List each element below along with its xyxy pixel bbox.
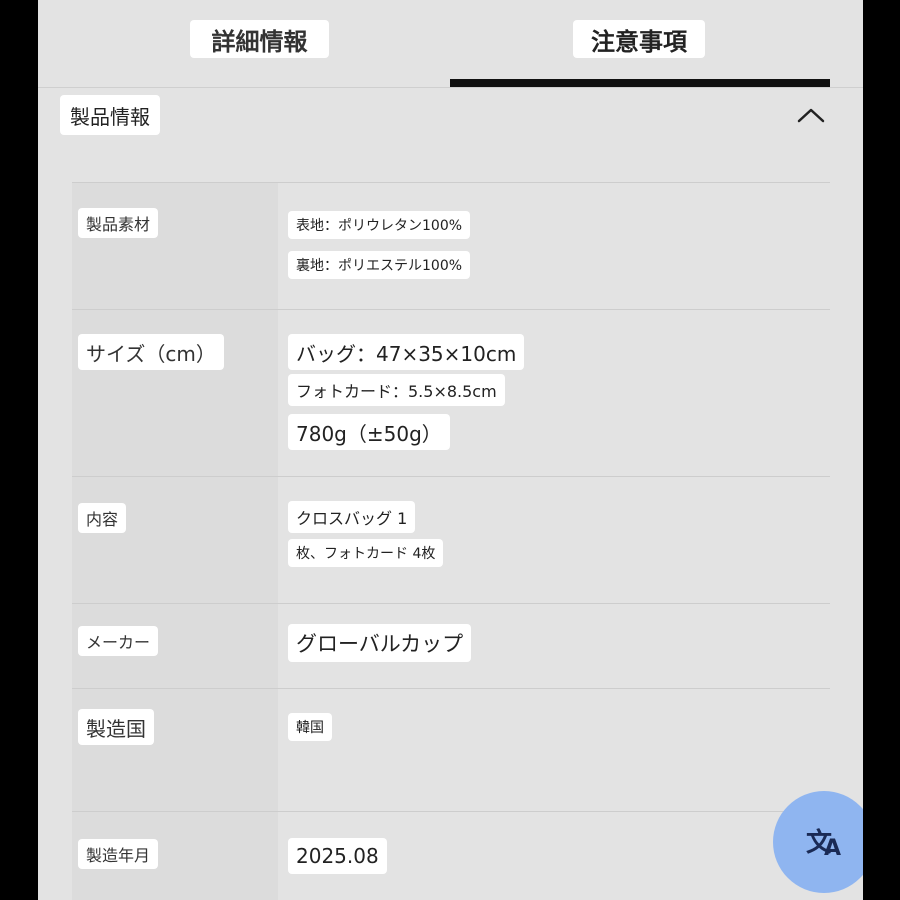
row-value: 枚、フォトカード 4枚 [288,539,444,567]
tab-bar: 詳細情報 注意事項 [38,0,863,88]
product-info-panel: 詳細情報 注意事項 製品情報 製品素材 表地：ポリウレタン100% 裏地：ポリエ… [38,0,863,900]
row-value: クロスバッグ 1 [288,501,416,533]
row-value: グローバルカップ [288,624,472,662]
tab-notes[interactable]: 注意事項 [573,20,705,58]
table-row: 製造年月 2025.08 [72,811,830,900]
row-label-contents: 内容 [78,503,127,533]
row-value: 韓国 [288,713,332,741]
table-row: 製造国 韓国 [72,688,830,811]
row-label-maker: メーカー [78,626,159,656]
row-label-size: サイズ（cm） [78,334,224,370]
row-value: 780g（±50g） [288,414,450,450]
row-label-material: 製品素材 [78,208,159,238]
chevron-up-icon [797,108,825,123]
section-title: 製品情報 [60,95,160,135]
row-label-country: 製造国 [78,709,154,745]
tab-divider [38,87,863,88]
spec-table: 製品素材 表地：ポリウレタン100% 裏地：ポリエステル100% サイズ（cm）… [72,182,830,900]
row-label-date: 製造年月 [78,839,159,869]
collapse-section-button[interactable] [793,100,829,130]
table-row: 製品素材 表地：ポリウレタン100% 裏地：ポリエステル100% [72,182,830,309]
row-value: フォトカード：5.5×8.5cm [288,374,505,406]
row-value: 表地：ポリウレタン100% [288,211,471,239]
tab-details[interactable]: 詳細情報 [190,20,329,58]
table-row: メーカー グローバルカップ [72,603,830,688]
active-tab-indicator [450,79,830,87]
table-row: 内容 クロスバッグ 1 枚、フォトカード 4枚 [72,476,830,603]
table-row: サイズ（cm） バッグ：47×35×10cm フォトカード：5.5×8.5cm … [72,309,830,476]
row-value: 裏地：ポリエステル100% [288,251,471,279]
row-value: 2025.08 [288,838,387,874]
row-value: バッグ：47×35×10cm [288,334,525,370]
